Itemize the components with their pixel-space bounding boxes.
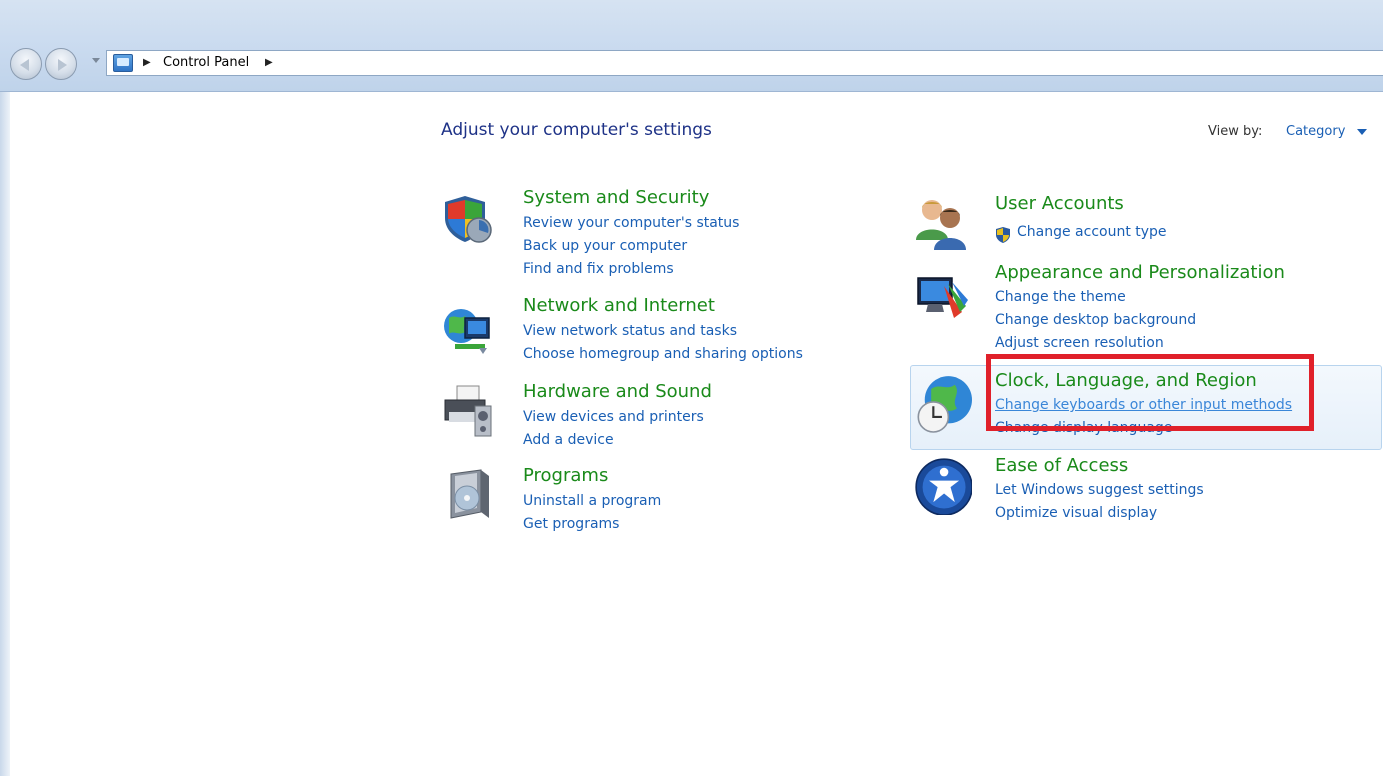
recent-pages-dropdown-icon[interactable]: [92, 58, 100, 63]
add-device-link[interactable]: Add a device: [523, 432, 614, 448]
programs-title[interactable]: Programs: [523, 465, 608, 486]
network-globe-icon[interactable]: [441, 304, 495, 358]
user-accounts-title[interactable]: User Accounts: [995, 193, 1124, 214]
change-desktop-background-link[interactable]: Change desktop background: [995, 312, 1196, 328]
clock-globe-icon[interactable]: [914, 371, 972, 435]
homegroup-sharing-link[interactable]: Choose homegroup and sharing options: [523, 346, 803, 362]
devices-printers-link[interactable]: View devices and printers: [523, 409, 704, 425]
uninstall-program-link[interactable]: Uninstall a program: [523, 493, 661, 509]
get-programs-link[interactable]: Get programs: [523, 516, 619, 532]
monitor-palette-icon[interactable]: [914, 272, 968, 326]
back-button[interactable]: [10, 48, 42, 80]
find-fix-problems-link[interactable]: Find and fix problems: [523, 261, 674, 277]
uac-shield-icon: [996, 227, 1010, 243]
breadcrumb-chevron-icon[interactable]: ▶: [265, 57, 273, 68]
backup-link[interactable]: Back up your computer: [523, 238, 687, 254]
appearance-personalization-title[interactable]: Appearance and Personalization: [995, 262, 1285, 283]
view-by-dropdown[interactable]: Category: [1286, 124, 1345, 139]
printer-icon[interactable]: [441, 384, 495, 438]
adjust-screen-resolution-link[interactable]: Adjust screen resolution: [995, 335, 1164, 351]
ease-of-access-title[interactable]: Ease of Access: [995, 455, 1128, 476]
left-pane-edge: [0, 92, 10, 776]
change-theme-link[interactable]: Change the theme: [995, 289, 1126, 305]
programs-box-icon[interactable]: [441, 468, 495, 522]
address-bar[interactable]: ▶ Control Panel ▶: [106, 50, 1383, 76]
users-icon[interactable]: [914, 196, 968, 250]
windows-suggest-settings-link[interactable]: Let Windows suggest settings: [995, 482, 1204, 498]
forward-button[interactable]: [45, 48, 77, 80]
view-by-label: View by:: [1208, 124, 1263, 139]
hardware-sound-title[interactable]: Hardware and Sound: [523, 381, 712, 402]
breadcrumb-chevron-icon[interactable]: ▶: [143, 57, 151, 68]
system-security-title[interactable]: System and Security: [523, 187, 709, 208]
title-bar: ▶ Control Panel ▶: [0, 0, 1383, 92]
control-panel-icon: [113, 54, 133, 72]
network-status-link[interactable]: View network status and tasks: [523, 323, 737, 339]
optimize-visual-display-link[interactable]: Optimize visual display: [995, 505, 1157, 521]
change-account-type-link[interactable]: Change account type: [995, 224, 1167, 243]
review-status-link[interactable]: Review your computer's status: [523, 215, 739, 231]
page-title: Adjust your computer's settings: [441, 120, 712, 140]
network-internet-title[interactable]: Network and Internet: [523, 295, 715, 316]
annotation-highlight-box: [986, 354, 1314, 431]
breadcrumb-control-panel[interactable]: Control Panel: [163, 55, 249, 70]
change-account-type-label: Change account type: [1017, 224, 1167, 240]
shield-icon[interactable]: [441, 192, 495, 246]
chevron-down-icon[interactable]: [1357, 129, 1367, 135]
ease-of-access-icon[interactable]: [914, 457, 972, 515]
